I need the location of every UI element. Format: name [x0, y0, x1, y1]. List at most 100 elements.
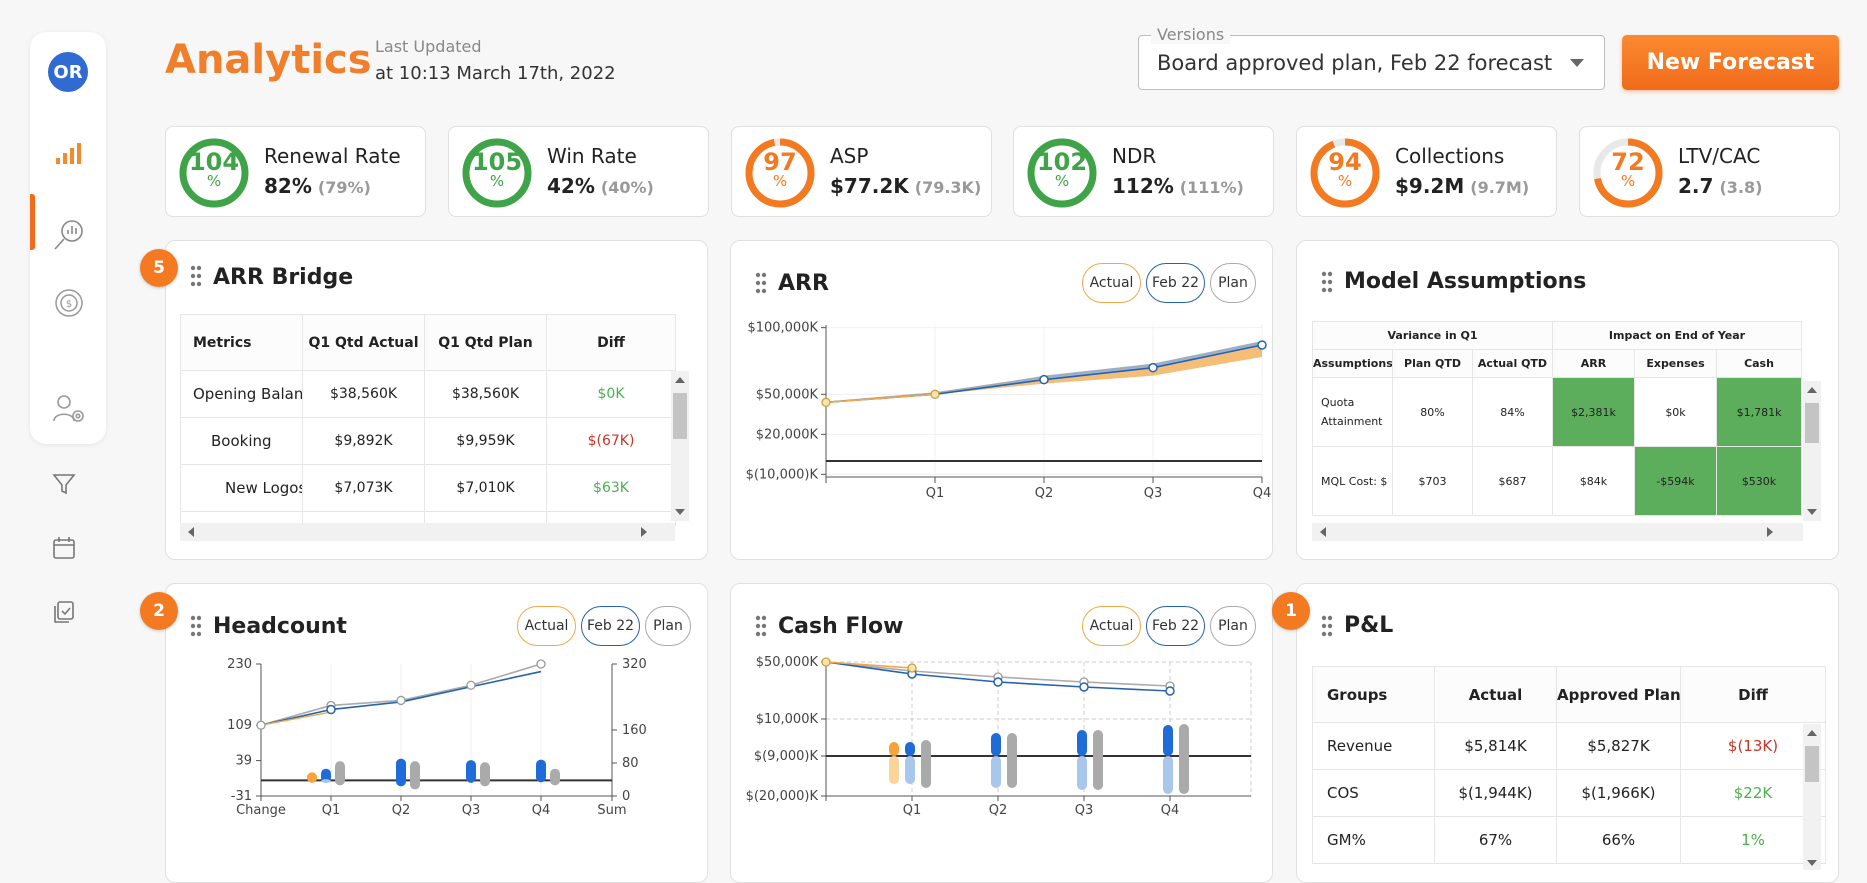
- kpi-card[interactable]: 102% NDR 112% (111%): [1013, 126, 1274, 217]
- metric-cell: New Logos: [180, 464, 303, 512]
- impact-cell: -$594k: [1634, 446, 1717, 516]
- impact-cell: $84k: [1552, 446, 1635, 516]
- kpi-value: 2.7: [1678, 174, 1714, 198]
- vertical-scrollbar[interactable]: [671, 371, 689, 521]
- legend-actual-toggle[interactable]: Actual: [1082, 263, 1141, 303]
- column-header[interactable]: Q1 Qtd Actual: [302, 314, 425, 371]
- column-header[interactable]: Metrics: [180, 314, 303, 371]
- table-row[interactable]: COS $(1,944K) $(1,966K) $22K: [1312, 769, 1826, 817]
- arr-bridge-card: ARR Bridge Metrics Q1 Qtd Actual Q1 Qtd …: [165, 240, 708, 560]
- card-title: Model Assumptions: [1344, 269, 1587, 294]
- column-header[interactable]: Actual: [1434, 666, 1557, 723]
- x-tick-label: Q3: [1075, 803, 1094, 818]
- y-tick-label: $20,000K: [756, 427, 819, 442]
- column-header[interactable]: Diff: [1680, 666, 1826, 723]
- actual-cell: $7,073K: [302, 464, 425, 512]
- table-row[interactable]: Revenue $5,814K $5,827K $(13K): [1312, 722, 1826, 770]
- legend-plan-toggle[interactable]: Plan: [1210, 263, 1256, 303]
- dollar-coin-icon[interactable]: $: [52, 286, 86, 320]
- drag-handle-icon[interactable]: [755, 615, 767, 637]
- table-row[interactable]: Quota Attainment 80% 84% $2,381k $0k $1,781k: [1312, 377, 1803, 447]
- legend-actual-toggle[interactable]: Actual: [1082, 606, 1141, 646]
- pnl-table: Groups Actual Approved Plan Diff Revenue…: [1312, 666, 1826, 864]
- y-tick-label: $100,000K: [747, 321, 818, 336]
- data-point: [1257, 340, 1267, 350]
- x-tick-label: Q4: [532, 803, 551, 818]
- kpi-label: Win Rate: [547, 144, 637, 168]
- legend-plan-toggle[interactable]: Plan: [645, 606, 691, 646]
- column-header[interactable]: ARR: [1552, 349, 1635, 378]
- impact-cell: $2,381k: [1552, 377, 1635, 447]
- legend-actual-toggle[interactable]: Actual: [517, 606, 576, 646]
- bar-feb22-lower: [991, 756, 1001, 788]
- calendar-icon[interactable]: [48, 532, 80, 564]
- kpi-card[interactable]: 72% LTV/CAC 2.7 (3.8): [1579, 126, 1840, 217]
- kpi-card[interactable]: 105% Win Rate 42% (40%): [448, 126, 709, 217]
- x-tick-label: Q1: [322, 803, 341, 818]
- documents-icon[interactable]: [48, 596, 80, 628]
- vertical-scrollbar[interactable]: [1803, 381, 1821, 521]
- table-row[interactable]: New Logos $7,073K $7,010K $63K: [180, 464, 676, 512]
- bar-chart-icon[interactable]: [52, 136, 86, 170]
- filter-icon[interactable]: [48, 468, 80, 500]
- data-point: [1039, 374, 1049, 385]
- table-row[interactable]: GM% 67% 66% 1%: [1312, 816, 1826, 864]
- bar-plan: [410, 761, 420, 790]
- group-cell: COS: [1312, 769, 1435, 817]
- kpi-value-line: 2.7 (3.8): [1678, 174, 1762, 198]
- horizontal-scrollbar[interactable]: [1312, 523, 1803, 541]
- card-title: ARR: [778, 271, 829, 296]
- x-tick-label: Q3: [462, 803, 481, 818]
- column-header[interactable]: Diff: [546, 314, 676, 371]
- analytics-search-icon[interactable]: [52, 218, 86, 252]
- kpi-card[interactable]: 94% Collections $9.2M (9.7M): [1296, 126, 1557, 217]
- notification-badge: 1: [1272, 592, 1310, 630]
- drag-handle-icon[interactable]: [1321, 271, 1333, 293]
- drag-handle-icon[interactable]: [755, 272, 767, 294]
- y2-tick-label: 160: [622, 723, 647, 738]
- legend-plan-toggle[interactable]: Plan: [1210, 606, 1256, 646]
- model-assumptions-table: Variance in Q1 Impact on End of Year Ass…: [1312, 321, 1803, 516]
- legend-feb22-toggle[interactable]: Feb 22: [1146, 263, 1205, 303]
- y2-tick-label: 0: [622, 789, 630, 804]
- column-header[interactable]: Approved Plan: [1556, 666, 1681, 723]
- versions-select[interactable]: Versions Board approved plan, Feb 22 for…: [1138, 25, 1605, 90]
- column-header[interactable]: Groups: [1312, 666, 1435, 723]
- plan-cell: $9,959K: [424, 417, 547, 465]
- plan-cell: $7,010K: [424, 464, 547, 512]
- horizontal-scrollbar[interactable]: [180, 523, 675, 541]
- column-header[interactable]: Actual QTD: [1472, 349, 1553, 378]
- table-row[interactable]: Booking $9,892K $9,959K $(67K): [180, 417, 676, 465]
- table-row[interactable]: Opening Balanc $38,560K $38,560K $0K: [180, 370, 676, 418]
- vertical-scrollbar[interactable]: [1803, 724, 1821, 870]
- drag-handle-icon[interactable]: [190, 615, 202, 637]
- legend-feb22-toggle[interactable]: Feb 22: [1146, 606, 1205, 646]
- avatar[interactable]: OR: [48, 52, 88, 92]
- bar-feb22: [905, 742, 915, 756]
- drag-handle-icon[interactable]: [1321, 615, 1333, 637]
- y-tick-label: 39: [235, 754, 252, 769]
- bar-actual-lower: [889, 756, 899, 784]
- headcount-chart: 230 109 39 -31 320 160 80 0 Change Q1 Q2 Q3 Q4 Sum: [227, 657, 647, 818]
- column-header[interactable]: Q1 Qtd Plan: [424, 314, 547, 371]
- table-row[interactable]: MQL Cost: $ $703 $687 $84k -$594k $530k: [1312, 446, 1803, 516]
- metric-cell: Booking: [180, 417, 303, 465]
- column-header[interactable]: Expenses: [1634, 349, 1717, 378]
- legend-feb22-toggle[interactable]: Feb 22: [581, 606, 640, 646]
- user-settings-icon[interactable]: [52, 392, 86, 426]
- column-header[interactable]: Cash: [1715, 349, 1803, 378]
- kpi-label: Renewal Rate: [264, 144, 401, 168]
- bar-plan: [335, 761, 345, 786]
- new-forecast-button[interactable]: New Forecast: [1622, 35, 1839, 90]
- card-title: Headcount: [213, 614, 347, 639]
- kpi-card[interactable]: 97% ASP $77.2K (79.3K): [731, 126, 992, 217]
- bar-feb22: [1077, 730, 1087, 756]
- card-title: ARR Bridge: [213, 265, 354, 290]
- bar-feb22: [396, 758, 406, 787]
- kpi-card[interactable]: 104% Renewal Rate 82% (79%): [165, 126, 426, 217]
- column-header[interactable]: Plan QTD: [1392, 349, 1473, 378]
- bar-plan: [921, 740, 931, 788]
- kpi-score: 102: [1036, 148, 1088, 176]
- column-header[interactable]: Assumptions: [1312, 349, 1393, 378]
- drag-handle-icon[interactable]: [190, 265, 202, 287]
